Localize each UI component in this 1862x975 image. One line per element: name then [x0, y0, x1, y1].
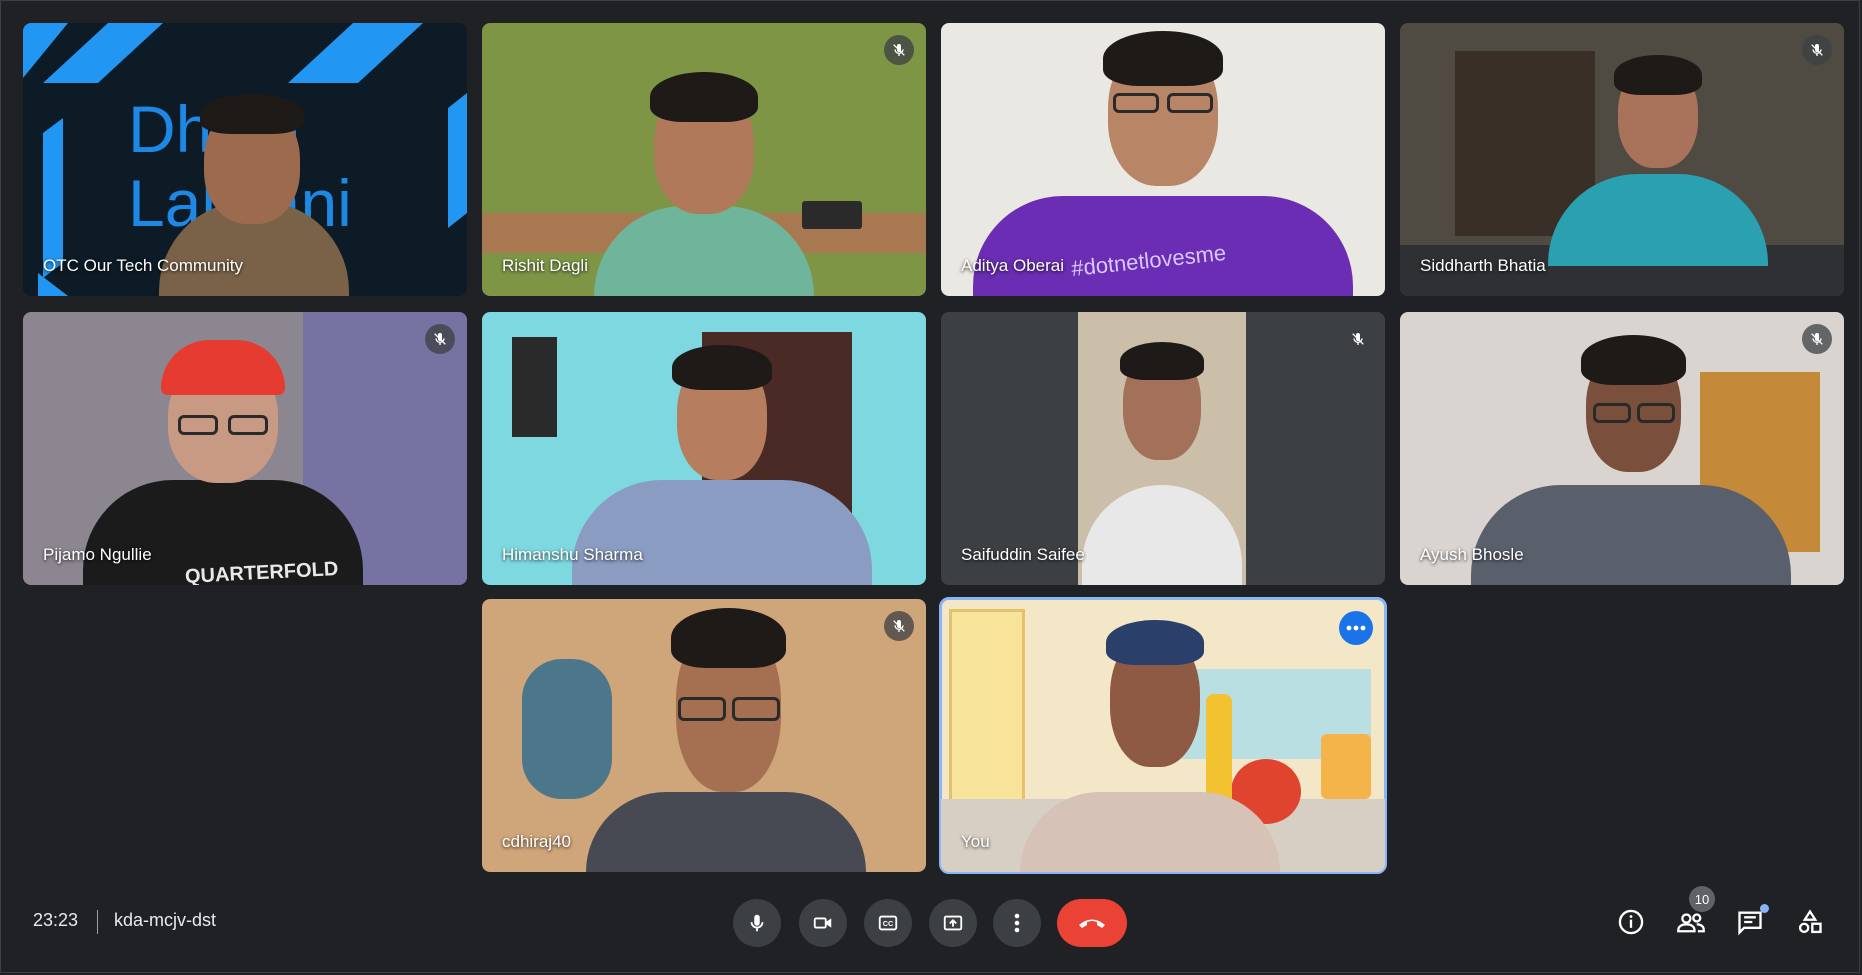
participant-video [1518, 51, 1798, 296]
participant-tile-self[interactable]: You [939, 597, 1387, 874]
chat-button[interactable] [1730, 902, 1770, 942]
classroom-window [949, 609, 1025, 805]
tv-screen [512, 337, 557, 437]
videocam-icon [813, 917, 832, 929]
svg-text:CC: CC [883, 919, 894, 928]
participant-name: You [961, 832, 990, 851]
activities-button[interactable] [1790, 902, 1830, 942]
more-horiz-icon [1346, 625, 1366, 631]
participant-name: OTC Our Tech Community [43, 256, 243, 275]
calculator-character [1321, 734, 1371, 799]
mic-off-icon [1343, 324, 1373, 354]
participant-tile-rishit[interactable]: Rishit Dagli [482, 23, 926, 296]
participant-tile-pijamo[interactable]: QUARTERFOLD Pijamo Ngullie [23, 312, 467, 585]
info-icon [1618, 909, 1644, 935]
present-screen-icon [943, 915, 963, 931]
mic-off-icon [425, 324, 455, 354]
portrait-video [1078, 312, 1246, 585]
chat-notification-dot [1760, 904, 1769, 913]
chat-icon [1738, 911, 1762, 936]
participant-tile-himanshu[interactable]: Himanshu Sharma [482, 312, 926, 585]
participant-name: Saifuddin Saifee [961, 545, 1085, 564]
microphone-button[interactable] [733, 899, 781, 947]
more-options-button[interactable] [1339, 611, 1373, 645]
more-vert-icon [1014, 913, 1020, 933]
participant-video [1019, 612, 1280, 872]
mic-off-icon [1802, 324, 1832, 354]
divider [97, 910, 98, 934]
mic-off-icon [884, 611, 914, 641]
captions-button[interactable]: CC [864, 899, 912, 947]
leave-call-button[interactable] [1057, 899, 1127, 947]
people-count-badge: 10 [1689, 886, 1715, 912]
camera-button[interactable] [799, 899, 847, 947]
more-options-button[interactable] [993, 899, 1041, 947]
participant-tile-siddharth[interactable]: Siddharth Bhatia [1400, 23, 1844, 296]
participant-name: Ayush Bhosle [1420, 545, 1524, 564]
meeting-code: kda-mcjv-dst [114, 910, 217, 930]
participant-tile-saifuddin[interactable]: Saifuddin Saifee [941, 312, 1385, 585]
participant-name: Siddharth Bhatia [1420, 256, 1546, 275]
mic-off-icon [1802, 35, 1832, 65]
activities-icon [1798, 909, 1822, 934]
present-button[interactable] [929, 899, 977, 947]
meeting-time: 23:23 [33, 910, 79, 930]
participant-video [576, 602, 876, 872]
meeting-toolbar: 23:23 kda-mcjv-dst CC 10 [0, 880, 1862, 975]
participant-name: cdhiraj40 [502, 832, 571, 851]
red-cap [160, 340, 285, 395]
call-end-icon [1079, 919, 1105, 928]
participant-tile-aditya[interactable]: #dotnetlovesme Aditya Oberai [941, 23, 1385, 296]
participant-tile-otc[interactable]: Dhiraj Lalwani OTC Our Tech Community [23, 23, 467, 296]
participant-name: Himanshu Sharma [502, 545, 643, 564]
people-icon [1677, 913, 1705, 933]
participant-name: Rishit Dagli [502, 256, 588, 275]
closed-captions-icon: CC [878, 915, 898, 931]
mic-off-icon [884, 35, 914, 65]
participant-name: Pijamo Ngullie [43, 545, 152, 564]
participant-tile-ayush[interactable]: Ayush Bhosle [1400, 312, 1844, 585]
participant-name: Aditya Oberai [961, 256, 1064, 275]
participant-video [574, 46, 834, 296]
meeting-details-button[interactable] [1611, 902, 1651, 942]
mic-icon [750, 914, 764, 932]
participant-tile-cdhiraj[interactable]: cdhiraj40 [482, 599, 926, 872]
